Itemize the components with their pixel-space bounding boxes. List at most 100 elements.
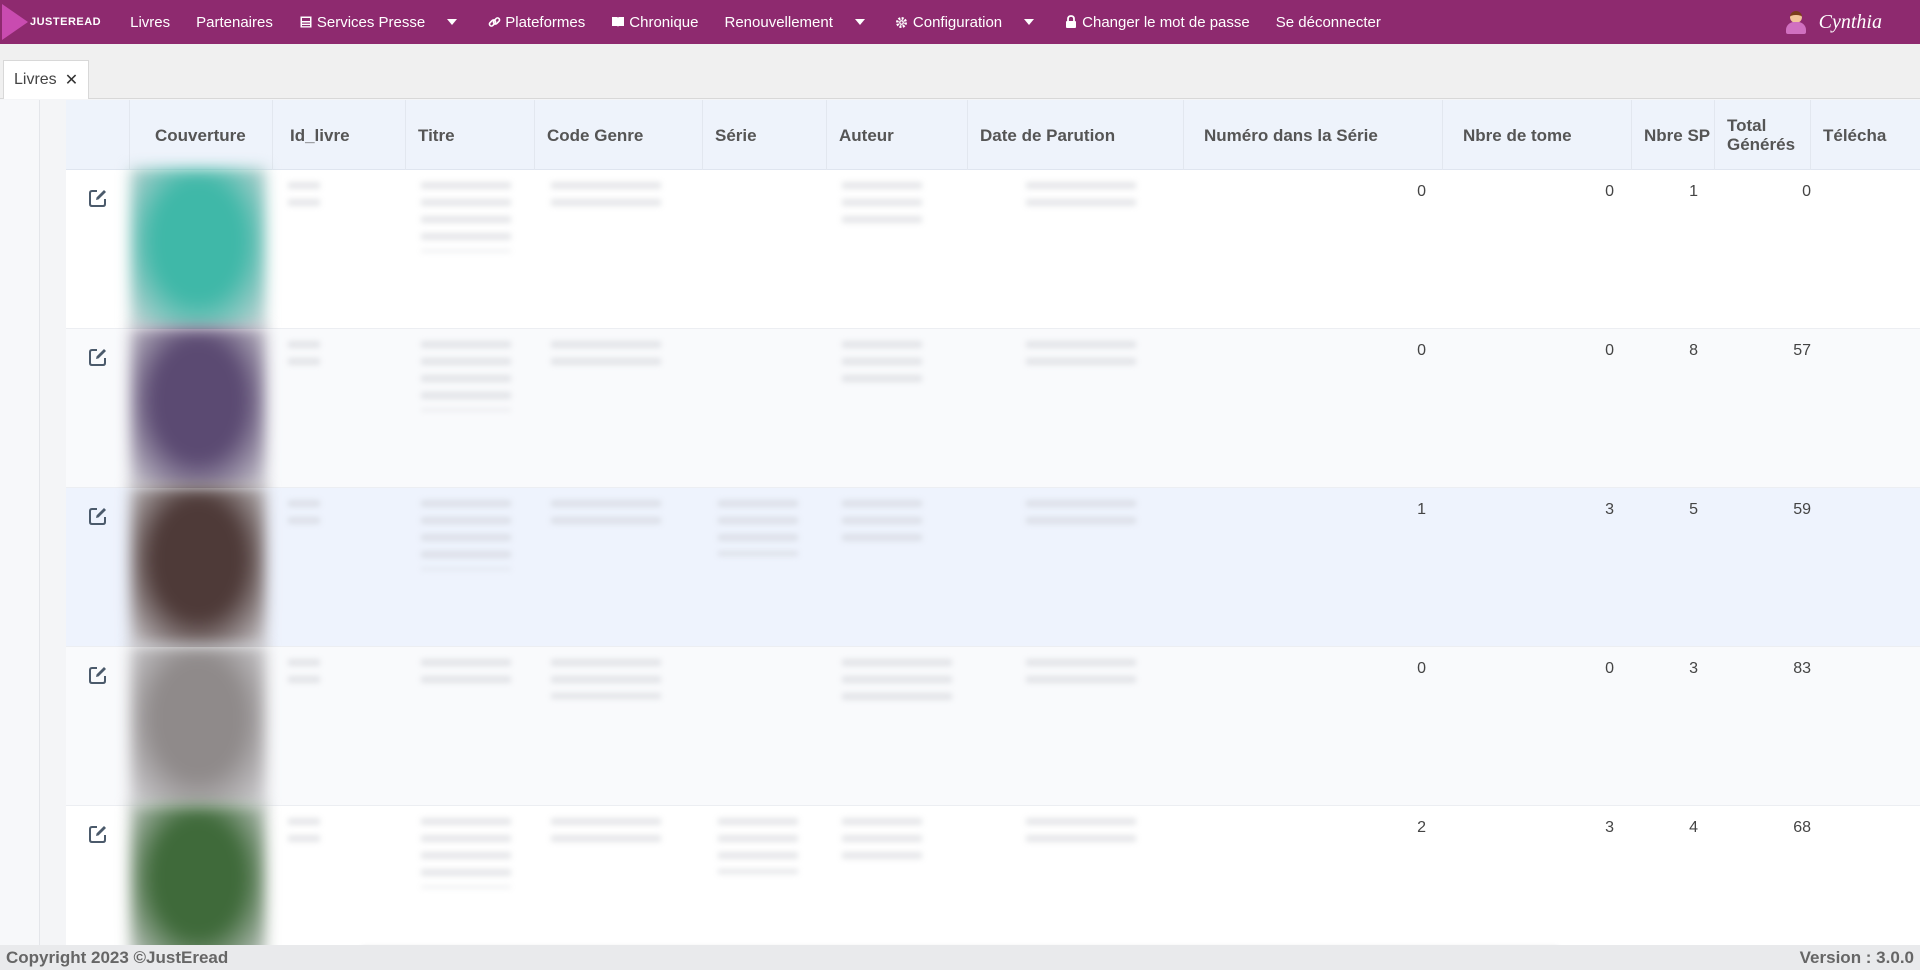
nav-logout[interactable]: Se déconnecter <box>1263 0 1394 44</box>
titre-cell <box>421 818 511 888</box>
edit-cell <box>66 488 130 647</box>
numero-serie-cell: 0 <box>1417 660 1426 677</box>
nav-chronique[interactable]: Chronique <box>598 0 711 44</box>
table-row[interactable]: 2 3 4 68 <box>66 804 1920 945</box>
nav-services-presse[interactable]: Services Presse <box>286 0 474 44</box>
date-parution-cell <box>1026 659 1136 687</box>
nav-livres[interactable]: Livres <box>117 0 183 44</box>
table-header: Couverture Id_livre Titre Code Genre Sér… <box>66 100 1920 170</box>
column-header-nbre-tome[interactable]: Nbre de tome <box>1443 100 1632 170</box>
nbre-tome-cell: 0 <box>1605 342 1614 359</box>
column-header-numero-serie[interactable]: Numéro dans la Série <box>1184 100 1443 170</box>
book-cover-image <box>130 168 266 331</box>
nav-plateformes[interactable]: Plateformes <box>474 0 598 44</box>
nav-label: Renouvellement <box>724 13 833 31</box>
chevron-down-icon[interactable] <box>447 19 458 25</box>
column-header-date-parution[interactable]: Date de Parution <box>968 100 1184 170</box>
edit-icon[interactable] <box>88 188 108 208</box>
edit-icon[interactable] <box>88 665 108 685</box>
table-row[interactable]: 0 0 3 83 <box>66 645 1920 808</box>
total-generes-cell: 59 <box>1793 501 1811 518</box>
titre-cell <box>421 500 511 570</box>
total-generes-cell: 57 <box>1793 342 1811 359</box>
tab-label: Livres <box>14 71 57 88</box>
code-genre-cell <box>551 341 661 369</box>
edit-cell <box>66 647 130 806</box>
column-header-total-generes[interactable]: Total Générés <box>1715 100 1811 170</box>
column-header-nbre-sp[interactable]: Nbre SP <box>1632 100 1715 170</box>
lock-icon <box>1064 15 1078 29</box>
nbre-tome-cell: 3 <box>1605 501 1614 518</box>
table-row[interactable]: 0 0 1 0 <box>66 168 1920 331</box>
book-cover-image <box>130 327 266 490</box>
code-genre-cell <box>551 818 661 846</box>
auteur-cell <box>842 500 922 542</box>
edit-icon[interactable] <box>88 824 108 844</box>
date-parution-cell <box>1026 500 1136 528</box>
book-cover-image <box>130 804 266 945</box>
auteur-cell <box>842 659 952 701</box>
nav-label: Livres <box>130 13 171 31</box>
nav-label: Chronique <box>629 13 699 31</box>
auteur-cell <box>842 341 922 383</box>
edit-icon[interactable] <box>88 347 108 367</box>
nav-label: Plateformes <box>505 13 586 31</box>
books-table: Couverture Id_livre Titre Code Genre Sér… <box>66 100 1920 945</box>
copyright-text: Copyright 2023 ©JustEread <box>6 947 229 967</box>
nav-renouvellement[interactable]: Renouvellement <box>712 0 882 44</box>
column-header-couverture[interactable]: Couverture <box>130 100 273 170</box>
titre-cell <box>421 659 511 687</box>
user-menu[interactable]: Cynthia <box>1785 0 1882 44</box>
tab-bar: Livres ✕ <box>0 44 1920 99</box>
table-row[interactable]: 1 3 5 59 <box>66 486 1920 649</box>
edit-cell <box>66 806 130 945</box>
gear-icon <box>895 15 909 29</box>
id-livre-cell <box>288 341 320 371</box>
date-parution-cell <box>1026 341 1136 369</box>
book-cover-image <box>130 645 266 808</box>
id-livre-cell <box>288 818 320 848</box>
table-row[interactable]: 0 0 8 57 <box>66 327 1920 490</box>
total-generes-cell: 83 <box>1793 660 1811 677</box>
edit-cell <box>66 170 130 329</box>
close-icon[interactable]: ✕ <box>65 70 78 90</box>
nav-label: Se déconnecter <box>1275 13 1381 31</box>
nav-configuration[interactable]: Configuration <box>882 0 1051 44</box>
tab-livres[interactable]: Livres ✕ <box>3 60 90 99</box>
nbre-sp-cell: 1 <box>1689 183 1698 200</box>
auteur-cell <box>842 182 922 224</box>
nav-label: Changer le mot de passe <box>1082 13 1250 31</box>
edit-icon[interactable] <box>88 506 108 526</box>
serie-cell <box>718 500 798 556</box>
footer: Copyright 2023 ©JustEread Version : 3.0.… <box>0 945 1920 970</box>
user-avatar-icon <box>1785 9 1807 35</box>
chevron-down-icon[interactable] <box>1024 19 1035 25</box>
nav-label: Services Presse <box>316 13 426 31</box>
nbre-sp-cell: 8 <box>1689 342 1698 359</box>
numero-serie-cell: 0 <box>1417 342 1426 359</box>
id-livre-cell <box>288 659 320 689</box>
numero-serie-cell: 1 <box>1417 501 1426 518</box>
nav-partenaires[interactable]: Partenaires <box>183 0 286 44</box>
version-text: Version : 3.0.0 <box>1799 947 1914 967</box>
column-header-titre[interactable]: Titre <box>406 100 535 170</box>
app-logo[interactable]: JUSTEREAD <box>0 0 101 44</box>
titre-cell <box>421 341 511 411</box>
numero-serie-cell: 2 <box>1417 819 1426 836</box>
newspaper-icon <box>299 15 313 29</box>
column-header-telechargements[interactable]: Télécha <box>1811 100 1920 170</box>
column-header-auteur[interactable]: Auteur <box>827 100 968 170</box>
column-header-serie[interactable]: Série <box>703 100 827 170</box>
id-livre-cell <box>288 500 320 530</box>
date-parution-cell <box>1026 818 1136 846</box>
serie-cell <box>718 818 798 874</box>
column-header-id-livre[interactable]: Id_livre <box>273 100 406 170</box>
column-header-actions <box>66 100 130 170</box>
edit-cell <box>66 329 130 488</box>
auteur-cell <box>842 818 922 860</box>
column-header-code-genre[interactable]: Code Genre <box>535 100 703 170</box>
nbre-tome-cell: 0 <box>1605 183 1614 200</box>
nav-change-password[interactable]: Changer le mot de passe <box>1051 0 1263 44</box>
chevron-down-icon[interactable] <box>854 19 865 25</box>
numero-serie-cell: 0 <box>1417 183 1426 200</box>
